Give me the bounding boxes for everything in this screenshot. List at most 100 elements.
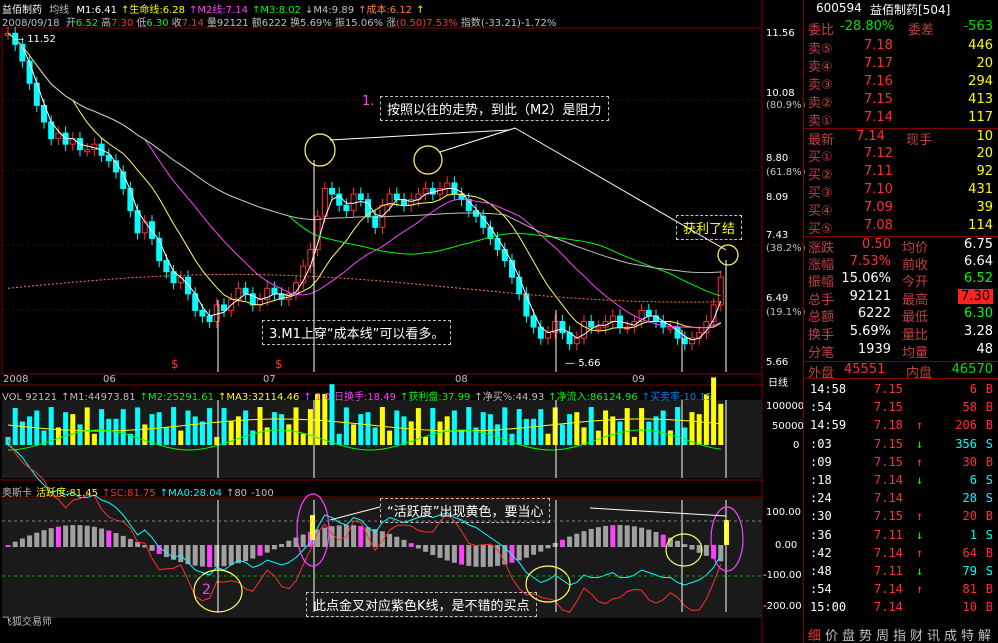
stat-value: 6.75 (964, 237, 993, 252)
osc-bar (574, 533, 580, 547)
date-tick: 09 (632, 374, 645, 385)
bids-label: 买③ (808, 186, 833, 201)
asks-row[interactable]: 卖⑤ 7.18 446 (804, 38, 998, 57)
bids-row[interactable]: 买④ 7.09 39 (804, 200, 998, 219)
osc-bar (228, 545, 234, 565)
tick-price: 7.14 (874, 491, 903, 506)
osc-bar (84, 525, 90, 547)
tick-volume: 79 (962, 564, 977, 578)
indicator-value: ↑ 1 0 日换手:18.49 (303, 392, 396, 403)
osc-bar (322, 527, 328, 547)
price-axis-tick: 8.09 (766, 192, 789, 203)
osc-bar (106, 530, 112, 547)
candle-body (307, 248, 314, 267)
volume-bar (300, 433, 306, 445)
bids-volume: 114 (968, 218, 993, 233)
panel-tab[interactable]: 财 (908, 625, 925, 643)
volume-bar (401, 416, 407, 445)
volume-bar (336, 433, 342, 445)
tick-time: :54 (810, 400, 832, 415)
panel-tab[interactable]: 指 (891, 625, 908, 643)
panel-tab[interactable]: 势 (857, 625, 874, 643)
volume-bar (149, 414, 155, 445)
asks-row[interactable]: 卖④ 7.17 20 (804, 56, 998, 75)
bids-row[interactable]: 买① 7.12 20 (804, 146, 998, 165)
asks-row[interactable]: 卖② 7.15 413 (804, 92, 998, 111)
stat-value: 15.06% (841, 271, 891, 287)
volume-bar (221, 408, 227, 445)
asks-label: 卖② (808, 96, 833, 111)
volume-bar (473, 427, 479, 445)
panel-tab[interactable]: 成 (942, 625, 959, 643)
stats-row: 涨幅 7.53% 前收 6.64 (804, 253, 998, 273)
stats-row: 总额 6222 最低 6.30 (804, 306, 998, 325)
panel-tab[interactable]: 盘 (840, 625, 857, 643)
tick-side: B (985, 382, 993, 396)
panel-tab[interactable]: 解 (976, 625, 993, 643)
indicator-value: VOL 92121 (2, 392, 58, 403)
asks-volume: 413 (968, 92, 993, 107)
tick-volume: 6 (969, 473, 977, 487)
osc-bar (271, 545, 277, 550)
osc-bar (358, 525, 364, 547)
date-tick: 07 (263, 374, 276, 385)
volume-bar (84, 407, 90, 445)
tick-volume: 64 (962, 545, 977, 560)
osc-bar (538, 545, 544, 552)
tick-price: 7.15 (874, 454, 903, 469)
panel-tab[interactable]: 特 (959, 625, 976, 643)
tick-row: :54 7.15 58 B (804, 400, 998, 418)
weicha-value: -563 (963, 19, 993, 34)
osc-bar (199, 545, 205, 567)
bids-row[interactable]: 买⑤ 7.08 114 (804, 218, 998, 237)
volume-bar (595, 430, 601, 445)
osc-bar (243, 545, 249, 562)
panel-tab[interactable]: 价 (823, 625, 840, 643)
order-ratio-row: 委比 -28.80% 委差 -563 (804, 19, 998, 38)
volume-bar (351, 424, 357, 445)
volume-bar (286, 424, 292, 445)
volume-bar (689, 412, 695, 445)
period-label[interactable]: 日线 (768, 374, 788, 389)
osc-bar (70, 525, 76, 547)
panel-tab[interactable]: 讯 (925, 625, 942, 643)
asks-row[interactable]: 卖① 7.14 117 (804, 110, 998, 129)
indicator-value: ↑MA0:28.04 (159, 488, 222, 499)
volume-bar (675, 407, 681, 445)
current-vol: 10 (976, 129, 993, 144)
date-tick: 2008 (3, 374, 29, 385)
osc-axis-tick: -200.00 (763, 601, 802, 612)
stats-row: 振幅 15.06% 今开 6.52 (804, 271, 998, 290)
price-axis-tick: (61.8%) (766, 167, 806, 178)
asks-row[interactable]: 卖③ 7.16 294 (804, 74, 998, 93)
panel-tab[interactable]: 周 (874, 625, 891, 643)
bids-row[interactable]: 买③ 7.10 431 (804, 182, 998, 201)
stat-value: 6.64 (964, 253, 993, 269)
bids-row[interactable]: 买② 7.11 92 (804, 164, 998, 183)
asks-price: 7.18 (864, 38, 893, 53)
tick-volume: 356 (955, 436, 977, 451)
chart-area[interactable]: 益佰制药 均线 M1:6.41 ↑生命线:6.28 ↑M2线:7.14 ↑M3:8.0… (0, 0, 806, 643)
osc-bar (610, 525, 616, 547)
stat-label: 分笔 (808, 345, 835, 361)
volume-bar (581, 427, 587, 445)
tick-row: 15:00 7.14 10 B (804, 600, 998, 618)
volume-bar (545, 433, 551, 445)
osc-bar (415, 545, 421, 549)
stat-value: 6222 (857, 306, 891, 322)
tick-row: :54 7.14 ↑ 81 B (804, 582, 998, 600)
volume-bar (70, 414, 76, 445)
panel-tab[interactable]: 细 (806, 625, 823, 643)
price-axis-tick: 5.66 (766, 357, 789, 368)
tick-side: S (985, 564, 993, 578)
ma-line (7, 32, 721, 329)
osc-bar (473, 545, 479, 567)
volume-bar (142, 424, 148, 445)
tick-side: B (985, 582, 993, 597)
bids-volume: 20 (976, 146, 993, 161)
osc-bar (437, 545, 443, 558)
tick-row: :03 7.15 ↓ 356 S (804, 437, 998, 455)
osc-bar (646, 529, 652, 547)
tick-row: :18 7.14 ↓ 6 S (804, 473, 998, 491)
tick-volume: 81 (962, 582, 977, 597)
